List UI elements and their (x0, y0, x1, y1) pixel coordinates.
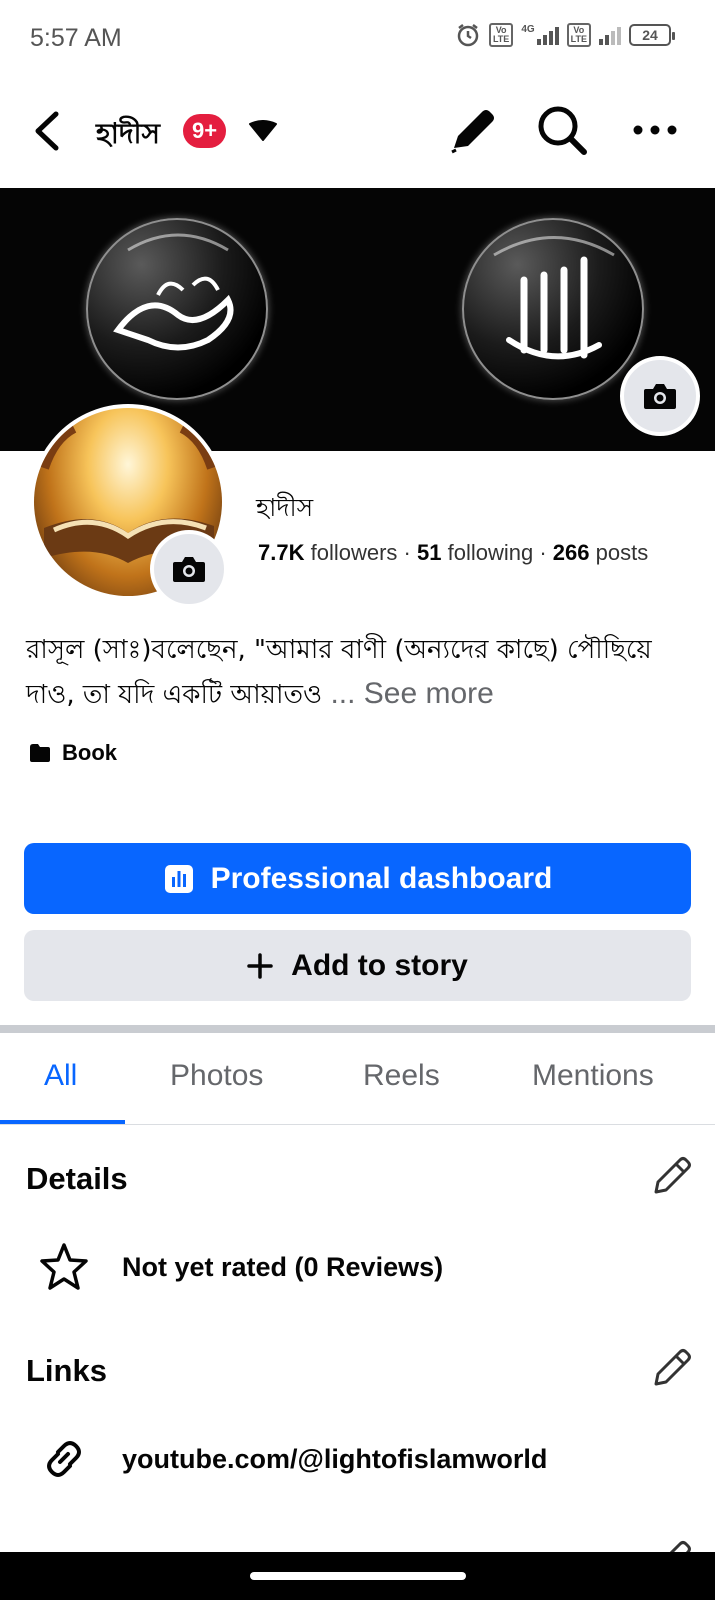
following-label[interactable]: following (448, 540, 534, 565)
see-more-link[interactable]: ... See more (330, 677, 493, 710)
add-to-story-label: Add to story (291, 948, 468, 982)
camera-icon (173, 557, 205, 582)
link-url[interactable]: youtube.com/@lightofislamworld (122, 1444, 547, 1475)
cover-calligraphy-left (86, 218, 268, 400)
followers-count[interactable]: 7.7K (258, 540, 304, 565)
following-count[interactable]: 51 (417, 540, 441, 565)
notification-badge: 9+ (183, 114, 227, 148)
next-section-edit-pencil-icon[interactable] (650, 1538, 694, 1552)
links-title: Links (26, 1353, 107, 1388)
plus-icon (247, 952, 273, 979)
rating-row: Not yet rated (0 Reviews) (38, 1242, 443, 1292)
content-tabs: All Photos Reels Mentions (0, 1033, 715, 1125)
caret-down-icon[interactable] (248, 120, 278, 144)
link-icon (47, 1441, 81, 1477)
pencil-icon[interactable] (446, 104, 496, 158)
dashboard-icon (164, 864, 193, 893)
home-indicator[interactable] (250, 1572, 466, 1580)
page-stats: 7.7K followers · 51 following · 266 post… (258, 540, 648, 566)
tab-reels[interactable]: Reels (363, 1059, 440, 1093)
top-nav: হাদীস 9+ (0, 86, 715, 176)
page-bio: রাসূল (সাঃ)বলেছেন, "আমার বাণী (অন্যদের ক… (26, 628, 686, 717)
tab-photos[interactable]: Photos (170, 1059, 263, 1093)
camera-icon (644, 384, 676, 409)
professional-dashboard-label: Professional dashboard (210, 861, 553, 895)
battery-level: 24 (642, 27, 658, 43)
page-switcher-title[interactable]: হাদীস (96, 112, 160, 159)
volte-icon: Vo LTE (488, 23, 514, 47)
active-tab-indicator (0, 1120, 125, 1124)
stats-separator: · (397, 540, 417, 565)
rating-text: Not yet rated (0 Reviews) (122, 1251, 444, 1282)
alarm-icon (457, 24, 479, 47)
tab-all[interactable]: All (44, 1059, 77, 1093)
book-icon (30, 744, 50, 762)
posts-label: posts (595, 540, 649, 565)
links-edit-pencil-icon[interactable] (650, 1346, 694, 1390)
category-label: Book (62, 740, 117, 765)
professional-dashboard-button[interactable]: Professional dashboard (24, 843, 691, 914)
cover-calligraphy-right (462, 218, 644, 400)
page-category: Book (28, 740, 117, 766)
status-time: 5:57 AM (30, 24, 122, 52)
search-icon[interactable] (534, 102, 590, 158)
section-divider (0, 1025, 715, 1033)
add-to-story-button[interactable]: Add to story (24, 930, 691, 1001)
signal-icon-2 (599, 25, 621, 45)
more-options-icon[interactable] (630, 112, 680, 148)
followers-label[interactable]: followers (311, 540, 398, 565)
volte-icon-2: Vo LTE (566, 23, 591, 47)
star-icon (40, 1243, 88, 1290)
status-bar: 5:57 AM Vo LTE 4G Vo LTE 24 (0, 0, 715, 78)
details-edit-pencil-icon[interactable] (650, 1154, 694, 1198)
page-name: হাদীস (256, 493, 314, 522)
status-icons: Vo LTE 4G Vo LTE 24 (455, 22, 675, 48)
battery-icon: 24 (629, 24, 675, 46)
link-row[interactable]: youtube.com/@lightofislamworld (38, 1434, 547, 1484)
stats-separator-2: · (533, 540, 553, 565)
details-title: Details (26, 1161, 128, 1196)
posts-count: 266 (552, 540, 590, 565)
cover-camera-button[interactable] (620, 356, 700, 436)
tab-mentions[interactable]: Mentions (532, 1059, 654, 1093)
back-arrow-icon[interactable] (28, 108, 68, 154)
network-gen-label: 4G (521, 23, 535, 35)
signal-icon (536, 25, 559, 45)
avatar-camera-button[interactable] (150, 530, 228, 608)
